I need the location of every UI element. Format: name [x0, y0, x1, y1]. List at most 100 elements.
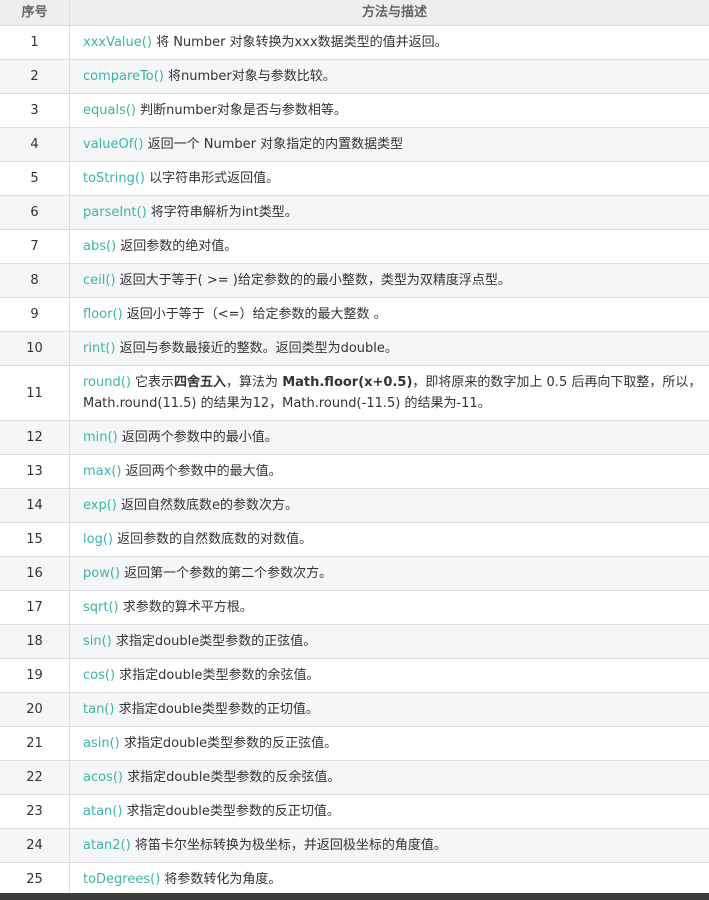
row-number: 18	[0, 624, 70, 659]
table-row: 15 log() 返回参数的自然数底数的对数值。	[0, 522, 709, 557]
method-link[interactable]: valueOf()	[83, 137, 143, 152]
table-header-row: 序号 方法与描述	[0, 0, 709, 26]
table-row: 16 pow() 返回第一个参数的第二个参数次方。	[0, 556, 709, 591]
row-description: sqrt() 求参数的算术平方根。	[69, 590, 709, 625]
row-number: 2	[0, 59, 70, 94]
row-description: rint() 返回与参数最接近的整数。返回类型为double。	[69, 331, 709, 366]
method-link[interactable]: toString()	[83, 171, 145, 186]
method-link[interactable]: sqrt()	[83, 600, 119, 615]
method-link[interactable]: exp()	[83, 498, 117, 513]
method-link[interactable]: log()	[83, 532, 113, 547]
method-link[interactable]: sin()	[83, 634, 112, 649]
table-row: 6 parseInt() 将字符串解析为int类型。	[0, 195, 709, 230]
row-number: 23	[0, 794, 70, 829]
method-link[interactable]: xxxValue()	[83, 35, 152, 50]
method-link[interactable]: parseInt()	[83, 205, 147, 220]
row-description: valueOf() 返回一个 Number 对象指定的内置数据类型	[69, 127, 709, 162]
row-number: 16	[0, 556, 70, 591]
row-description: min() 返回两个参数中的最小值。	[69, 420, 709, 455]
table-row: 25 toDegrees() 将参数转化为角度。	[0, 862, 709, 897]
table-row: 20 tan() 求指定double类型参数的正切值。	[0, 692, 709, 727]
emphasis-text: 四舍五入	[174, 375, 227, 390]
window-bottom-edge	[0, 893, 709, 900]
header-num: 序号	[0, 0, 70, 26]
row-description: log() 返回参数的自然数底数的对数值。	[69, 522, 709, 557]
row-description: sin() 求指定double类型参数的正弦值。	[69, 624, 709, 659]
row-number: 8	[0, 263, 70, 298]
table-row: 9 floor() 返回小于等于（<=）给定参数的最大整数 。	[0, 297, 709, 332]
table-row: 19 cos() 求指定double类型参数的余弦值。	[0, 658, 709, 693]
method-link[interactable]: round()	[83, 375, 131, 390]
row-number: 4	[0, 127, 70, 162]
method-link[interactable]: atan()	[83, 804, 122, 819]
row-number: 21	[0, 726, 70, 761]
method-link[interactable]: asin()	[83, 736, 120, 751]
table-row: 23 atan() 求指定double类型参数的反正切值。	[0, 794, 709, 829]
table-row: 14 exp() 返回自然数底数e的参数次方。	[0, 488, 709, 523]
table-row: 3 equals() 判断number对象是否与参数相等。	[0, 93, 709, 128]
row-description: ceil() 返回大于等于( >= )给定参数的的最小整数，类型为双精度浮点型。	[69, 263, 709, 298]
method-link[interactable]: cos()	[83, 668, 115, 683]
method-link[interactable]: max()	[83, 464, 121, 479]
row-description: max() 返回两个参数中的最大值。	[69, 454, 709, 489]
row-number: 11	[0, 365, 70, 421]
method-link[interactable]: pow()	[83, 566, 120, 581]
method-link[interactable]: abs()	[83, 239, 116, 254]
row-description: toString() 以字符串形式返回值。	[69, 161, 709, 196]
method-link[interactable]: toDegrees()	[83, 872, 160, 887]
method-link[interactable]: atan2()	[83, 838, 131, 853]
row-number: 1	[0, 25, 70, 60]
row-number: 20	[0, 692, 70, 727]
row-number: 10	[0, 331, 70, 366]
row-number: 15	[0, 522, 70, 557]
row-description: compareTo() 将number对象与参数比较。	[69, 59, 709, 94]
method-link[interactable]: rint()	[83, 341, 115, 356]
header-desc: 方法与描述	[69, 0, 709, 26]
row-number: 9	[0, 297, 70, 332]
table-row: 12 min() 返回两个参数中的最小值。	[0, 420, 709, 455]
method-link[interactable]: compareTo()	[83, 69, 164, 84]
table-row: 5 toString() 以字符串形式返回值。	[0, 161, 709, 196]
method-link[interactable]: min()	[83, 430, 118, 445]
row-number: 25	[0, 862, 70, 897]
row-description: floor() 返回小于等于（<=）给定参数的最大整数 。	[69, 297, 709, 332]
row-description: cos() 求指定double类型参数的余弦值。	[69, 658, 709, 693]
row-description: tan() 求指定double类型参数的正切值。	[69, 692, 709, 727]
row-description: parseInt() 将字符串解析为int类型。	[69, 195, 709, 230]
row-number: 14	[0, 488, 70, 523]
row-description: atan() 求指定double类型参数的反正切值。	[69, 794, 709, 829]
table-row: 21 asin() 求指定double类型参数的反正弦值。	[0, 726, 709, 761]
method-link[interactable]: ceil()	[83, 273, 116, 288]
table-row: 1 xxxValue() 将 Number 对象转换为xxx数据类型的值并返回。	[0, 25, 709, 60]
row-description: toDegrees() 将参数转化为角度。	[69, 862, 709, 897]
method-link[interactable]: equals()	[83, 103, 136, 118]
row-number: 22	[0, 760, 70, 795]
row-number: 17	[0, 590, 70, 625]
row-number: 12	[0, 420, 70, 455]
row-description: pow() 返回第一个参数的第二个参数次方。	[69, 556, 709, 591]
table-row: 7 abs() 返回参数的绝对值。	[0, 229, 709, 264]
table-row: 11 round() 它表示四舍五入，算法为 Math.floor(x+0.5)…	[0, 365, 709, 421]
row-description: equals() 判断number对象是否与参数相等。	[69, 93, 709, 128]
row-number: 19	[0, 658, 70, 693]
table-row: 22 acos() 求指定double类型参数的反余弦值。	[0, 760, 709, 795]
row-number: 7	[0, 229, 70, 264]
table-row: 8 ceil() 返回大于等于( >= )给定参数的的最小整数，类型为双精度浮点…	[0, 263, 709, 298]
row-description: atan2() 将笛卡尔坐标转换为极坐标，并返回极坐标的角度值。	[69, 828, 709, 863]
method-link[interactable]: acos()	[83, 770, 123, 785]
row-description: asin() 求指定double类型参数的反正弦值。	[69, 726, 709, 761]
row-description: exp() 返回自然数底数e的参数次方。	[69, 488, 709, 523]
row-description: xxxValue() 将 Number 对象转换为xxx数据类型的值并返回。	[69, 25, 709, 60]
table-row: 17 sqrt() 求参数的算术平方根。	[0, 590, 709, 625]
table-row: 4 valueOf() 返回一个 Number 对象指定的内置数据类型	[0, 127, 709, 162]
row-description: acos() 求指定double类型参数的反余弦值。	[69, 760, 709, 795]
row-description: abs() 返回参数的绝对值。	[69, 229, 709, 264]
method-link[interactable]: floor()	[83, 307, 123, 322]
table-row: 18 sin() 求指定double类型参数的正弦值。	[0, 624, 709, 659]
emphasis-text: Math.floor(x+0.5)	[282, 375, 413, 390]
row-number: 6	[0, 195, 70, 230]
methods-table: 序号 方法与描述 1 xxxValue() 将 Number 对象转换为xxx数…	[0, 0, 709, 897]
table-row: 13 max() 返回两个参数中的最大值。	[0, 454, 709, 489]
row-number: 13	[0, 454, 70, 489]
method-link[interactable]: tan()	[83, 702, 114, 717]
